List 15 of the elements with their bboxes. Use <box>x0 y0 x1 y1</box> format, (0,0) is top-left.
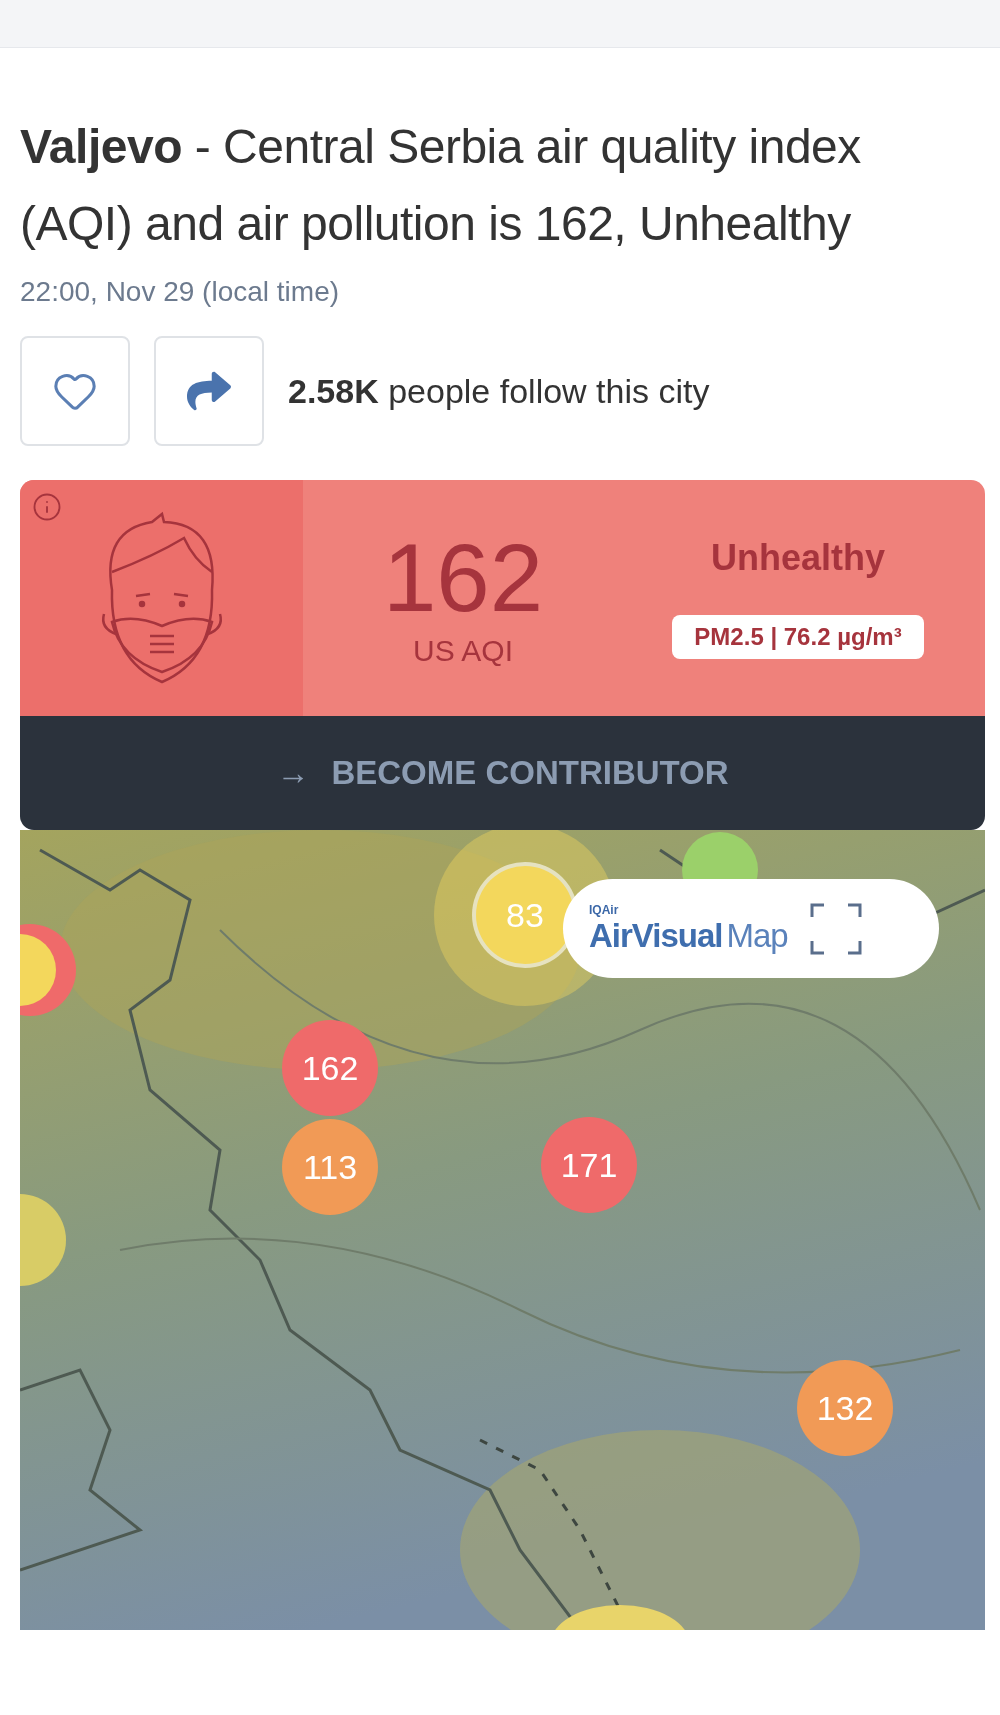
map-title: AirVisual <box>589 916 723 955</box>
aqi-unit: US AQI <box>412 634 513 668</box>
pollutant-badge: PM2.5 | 76.2 µg/m³ <box>672 615 924 659</box>
follower-count: 2.58K people follow this city <box>288 371 710 411</box>
map-title-suffix: Map <box>726 916 788 955</box>
brand-label: IQAir <box>589 902 620 917</box>
map-badge[interactable]: IQAir AirVisual Map <box>563 879 939 978</box>
share-button[interactable] <box>154 336 264 446</box>
aqi-status: Unhealthy <box>711 537 885 579</box>
share-icon <box>187 369 231 413</box>
become-contributor-button[interactable]: → BECOME CONTRIBUTOR <box>20 716 985 830</box>
favorite-button[interactable] <box>20 336 130 446</box>
aqi-value: 162 <box>382 528 544 628</box>
timestamp: 22:00, Nov 29 (local time) <box>20 276 341 308</box>
page-title: Valjevo - Central Serbia air quality index (AQI) and air pollution is 162, Unhealthy <box>20 119 862 252</box>
